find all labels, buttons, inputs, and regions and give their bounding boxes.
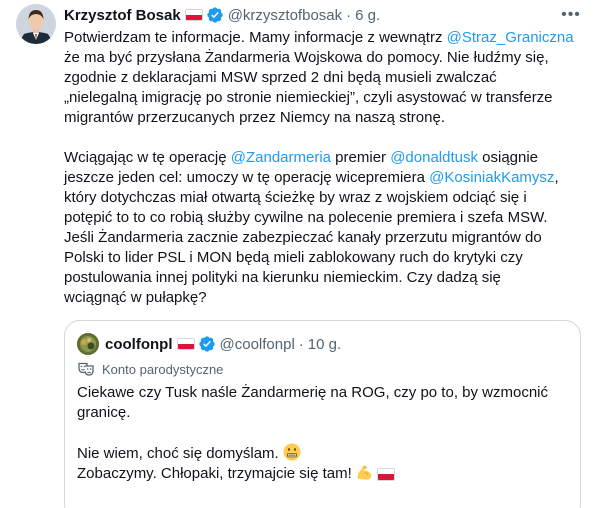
tweet-text-segment: , [554,169,559,186]
tweet-text-line: że ma być przysłana Żandarmeria Wojskowa… [64,49,549,66]
theater-mask-icon [78,362,94,376]
paragraph-break [77,423,572,443]
separator-dot: · [298,335,304,353]
poland-flag-icon [184,9,203,21]
quoted-timestamp[interactable]: 10 g. [308,336,341,353]
quoted-text-segment: Nie wiem, choć się domyślam. [77,445,283,462]
mention-link[interactable]: @KosiniakKamysz [429,169,554,186]
verified-badge-icon[interactable] [198,335,216,353]
quoted-avatar[interactable] [77,333,99,355]
quoted-header: coolfonpl @coolfonpl · 10 g. [105,332,341,356]
quoted-text-segment: Zobaczymy. Chłopaki, trzymajcie się tam! [77,465,356,482]
tweet-text-line: który dotychczas miał otwartą ścieżkę by… [64,189,527,206]
tweet-text-line: Jeśli Żandarmeria zacznie zabezpieczać k… [64,229,542,246]
tweet-text-line: potępić to to co robią służby cywilne na… [64,209,548,226]
mention-link[interactable]: @Zandarmeria [231,149,331,166]
tweet: Krzysztof Bosak @krzysztofbosak · 6 g. •… [0,0,601,508]
tweet-text-line: migrantów przerzucanych przez Niemcy na … [64,109,445,126]
paragraph-break [64,128,594,148]
tweet-text-segment: Wciągając w tę operację [64,149,231,166]
poland-flag-icon [176,338,195,350]
verified-badge-icon[interactable] [206,6,224,24]
parody-label: Konto parodystyczne [78,360,223,378]
quoted-author-name[interactable]: coolfonpl [105,336,173,353]
tweet-text-segment: premier [331,149,391,166]
parody-label-text: Konto parodystyczne [102,361,224,377]
tweet-text-segment: osiągnie [477,149,539,166]
tweet-text-line: postulowania innej polityki na kierunku … [64,269,501,286]
quoted-text-line: granicę. [77,404,131,421]
author-handle[interactable]: @krzysztofbosak [228,7,342,24]
tweet-header: Krzysztof Bosak @krzysztofbosak · 6 g. [64,5,380,25]
tweet-text-line: Polski to lider PSL i MON będą mieli zab… [64,249,523,266]
tweet-timestamp[interactable]: 6 g. [355,7,380,24]
more-options-icon[interactable]: ••• [560,6,582,24]
poland-flag-emoji-icon [376,467,395,481]
mention-link[interactable]: @Straz_Graniczna [447,29,574,46]
tweet-text-segment: Potwierdzam te informacje. Mamy informac… [64,29,447,46]
avatar[interactable] [16,4,56,44]
tweet-text-line: „nielegalną imigrację po stronie niemiec… [64,89,553,106]
author-name[interactable]: Krzysztof Bosak [64,7,181,24]
tweet-text-line: zgodnie z deklaracjami MSW sprzed 2 dni … [64,69,497,86]
tweet-text: Potwierdzam te informacje. Mamy informac… [64,28,594,308]
flexed-biceps-emoji-icon [356,463,374,481]
quoted-text-line: Ciekawe czy Tusk naśle Żandarmerię na RO… [77,384,549,401]
tweet-text-line: wciągnąć w pułapkę? [64,289,207,306]
quoted-tweet[interactable]: coolfonpl @coolfonpl · 10 g. Konto parod… [64,320,581,508]
quoted-text: Ciekawe czy Tusk naśle Żandarmerię na RO… [77,383,572,483]
grimace-emoji-icon [283,443,301,461]
quoted-author-handle[interactable]: @coolfonpl [220,336,295,353]
tweet-text-segment: jeszcze jeden cel: umoczy w tę operację … [64,169,430,186]
mention-link[interactable]: @donaldtusk [390,149,478,166]
separator-dot: · [346,6,352,24]
